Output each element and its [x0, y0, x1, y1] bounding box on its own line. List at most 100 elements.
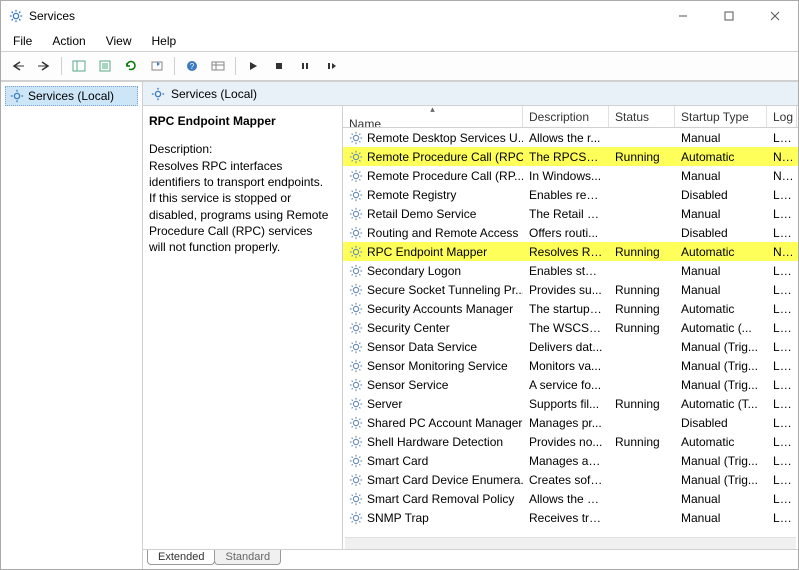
column-header-status[interactable]: Status [609, 106, 675, 127]
service-logon-cell: Loc [767, 435, 797, 449]
restart-service-button[interactable] [320, 55, 342, 77]
tab-extended[interactable]: Extended [147, 550, 215, 565]
service-description-cell: Allows the r... [523, 131, 609, 145]
close-button[interactable] [752, 1, 798, 31]
service-name-cell: Sensor Monitoring Service [343, 359, 523, 373]
service-logon-cell: Loc [767, 264, 797, 278]
service-icon [349, 264, 363, 278]
service-startup-cell: Manual (Trig... [675, 340, 767, 354]
service-row[interactable]: RPC Endpoint MapperResolves RP...Running… [343, 242, 798, 261]
column-header-description[interactable]: Description [523, 106, 609, 127]
service-row[interactable]: Smart Card Device Enumera...Creates soft… [343, 470, 798, 489]
service-description-cell: Creates soft... [523, 473, 609, 487]
console-tree[interactable]: Services (Local) [1, 82, 143, 569]
service-startup-cell: Disabled [675, 416, 767, 430]
description-label: Description: [149, 142, 332, 156]
service-icon [349, 359, 363, 373]
service-name-cell: Smart Card Removal Policy [343, 492, 523, 506]
service-startup-cell: Manual [675, 207, 767, 221]
tree-item-services-local[interactable]: Services (Local) [5, 86, 138, 106]
service-row[interactable]: Sensor Monitoring ServiceMonitors va...M… [343, 356, 798, 375]
service-row[interactable]: Remote Procedure Call (RPC)The RPCSS s..… [343, 147, 798, 166]
service-row[interactable]: Secondary LogonEnables star...ManualLoc [343, 261, 798, 280]
properties-button[interactable] [94, 55, 116, 77]
details-button[interactable] [207, 55, 229, 77]
service-row[interactable]: Remote RegistryEnables rem...DisabledLoc [343, 185, 798, 204]
service-description-cell: Resolves RP... [523, 245, 609, 259]
pause-service-button[interactable] [294, 55, 316, 77]
service-row[interactable]: Shared PC Account ManagerManages pr...Di… [343, 413, 798, 432]
service-row[interactable]: Security CenterThe WSCSV...RunningAutoma… [343, 318, 798, 337]
maximize-button[interactable] [706, 1, 752, 31]
horizontal-scrollbar[interactable] [345, 537, 796, 549]
service-startup-cell: Manual [675, 492, 767, 506]
service-logon-cell: Loc [767, 378, 797, 392]
service-row[interactable]: Sensor Data ServiceDelivers dat... Manual… [343, 337, 798, 356]
menu-view[interactable]: View [98, 33, 140, 49]
back-button[interactable] [7, 55, 29, 77]
help-button[interactable]: ? [181, 55, 203, 77]
service-row[interactable]: Remote Desktop Services U...Allows the r… [343, 128, 798, 147]
service-startup-cell: Disabled [675, 188, 767, 202]
service-row[interactable]: Secure Socket Tunneling Pr...Provides su… [343, 280, 798, 299]
service-description-cell: Allows the s... [523, 492, 609, 506]
service-logon-cell: Loc [767, 283, 797, 297]
service-row[interactable]: Retail Demo ServiceThe Retail D...Manual… [343, 204, 798, 223]
services-icon [10, 89, 24, 103]
start-service-button[interactable] [242, 55, 264, 77]
service-name-cell: Retail Demo Service [343, 207, 523, 221]
refresh-button[interactable] [120, 55, 142, 77]
service-icon [349, 378, 363, 392]
service-row[interactable]: SNMP TrapReceives tra...ManualLoc [343, 508, 798, 527]
export-list-button[interactable] [146, 55, 168, 77]
service-startup-cell: Manual [675, 511, 767, 525]
service-description-cell: Manages pr... [523, 416, 609, 430]
service-status-cell: Running [609, 302, 675, 316]
service-row[interactable]: Sensor ServiceA service fo...Manual (Tri… [343, 375, 798, 394]
menu-file[interactable]: File [5, 33, 40, 49]
service-row[interactable]: Smart Card Removal PolicyAllows the s...… [343, 489, 798, 508]
minimize-button[interactable] [660, 1, 706, 31]
service-description-cell: Provides no... [523, 435, 609, 449]
column-header-logon[interactable]: Log [767, 106, 797, 127]
service-description-cell: Monitors va... [523, 359, 609, 373]
service-row[interactable]: ServerSupports fil...RunningAutomatic (T… [343, 394, 798, 413]
service-name-cell: Smart Card [343, 454, 523, 468]
service-name-cell: Secondary Logon [343, 264, 523, 278]
stop-service-button[interactable] [268, 55, 290, 77]
services-list[interactable]: ▴ Name Description Status Startup Type L… [343, 106, 798, 549]
service-row[interactable]: Shell Hardware DetectionProvides no...Ru… [343, 432, 798, 451]
service-status-cell: Running [609, 397, 675, 411]
service-row[interactable]: Smart CardManages ac...Manual (Trig...Lo… [343, 451, 798, 470]
service-name-cell: Sensor Service [343, 378, 523, 392]
service-description-cell: Delivers dat... [523, 340, 609, 354]
service-icon [349, 150, 363, 164]
menu-action[interactable]: Action [44, 33, 93, 49]
service-icon [349, 169, 363, 183]
service-row[interactable]: Security Accounts ManagerThe startup ...… [343, 299, 798, 318]
service-name-cell: Sensor Data Service [343, 340, 523, 354]
services-icon [151, 87, 165, 101]
service-icon [349, 435, 363, 449]
column-header-name[interactable]: ▴ Name [343, 106, 523, 127]
service-startup-cell: Manual [675, 264, 767, 278]
service-row[interactable]: Routing and Remote AccessOffers routi...… [343, 223, 798, 242]
service-logon-cell: Net [767, 150, 797, 164]
service-name-cell: Security Accounts Manager [343, 302, 523, 316]
service-description-cell: The WSCSV... [523, 321, 609, 335]
service-row[interactable]: Remote Procedure Call (RP...In Windows..… [343, 166, 798, 185]
service-name-cell: Remote Procedure Call (RPC) [343, 150, 523, 164]
service-description-cell: The RPCSS s... [523, 150, 609, 164]
service-startup-cell: Manual [675, 169, 767, 183]
right-pane-header: Services (Local) [143, 82, 798, 106]
show-hide-tree-button[interactable] [68, 55, 90, 77]
service-status-cell: Running [609, 283, 675, 297]
column-header-startup[interactable]: Startup Type [675, 106, 767, 127]
menu-help[interactable]: Help [144, 33, 185, 49]
toolbar-separator [174, 57, 175, 75]
service-startup-cell: Manual (Trig... [675, 473, 767, 487]
service-startup-cell: Automatic [675, 302, 767, 316]
tab-standard[interactable]: Standard [214, 550, 281, 565]
forward-button[interactable] [33, 55, 55, 77]
bottom-tabs: Extended Standard [143, 549, 798, 569]
